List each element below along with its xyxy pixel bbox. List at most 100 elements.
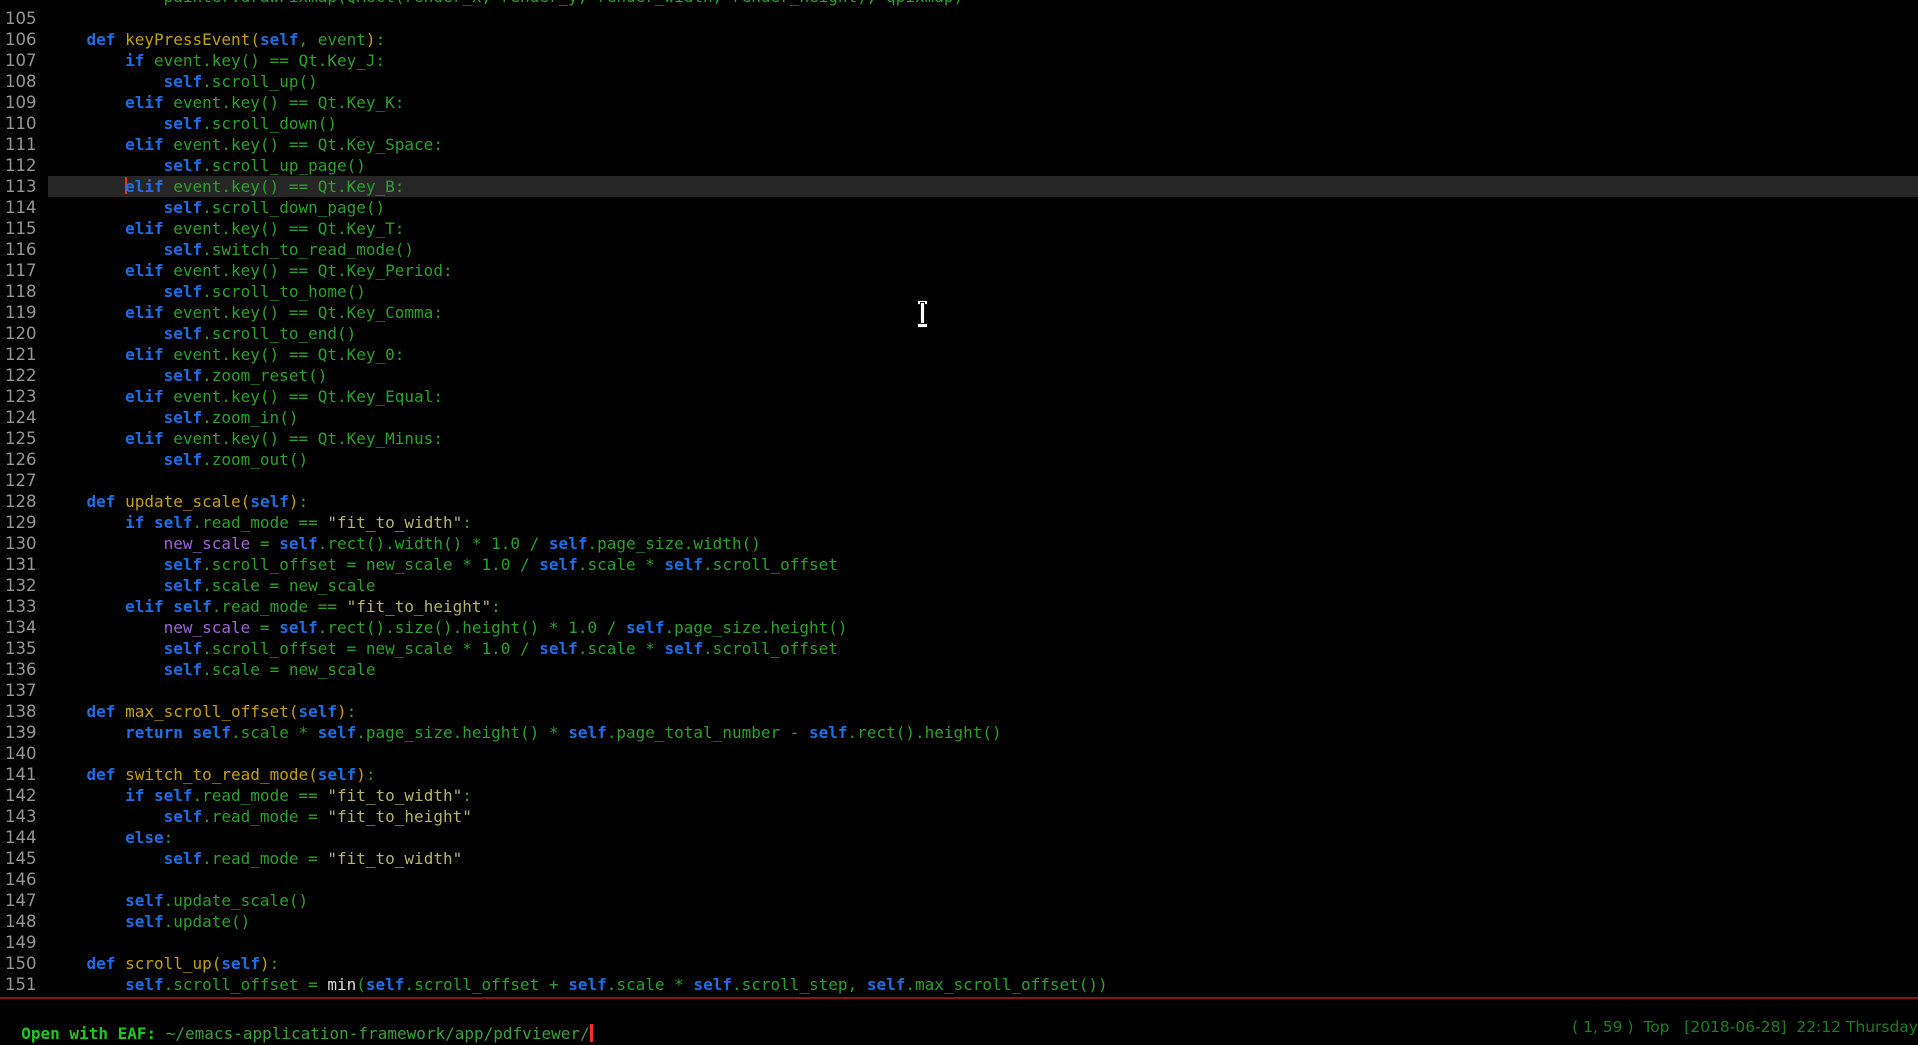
- code-line[interactable]: 137: [0, 680, 1918, 701]
- code-line[interactable]: 147 self.update_scale(): [0, 890, 1918, 911]
- code-text[interactable]: elif event.key() == Qt.Key_Comma:: [48, 302, 1918, 323]
- code-text[interactable]: self.scroll_to_home(): [48, 281, 1918, 302]
- code-text[interactable]: return self.scale * self.page_size.heigh…: [48, 722, 1918, 743]
- minibuffer-input[interactable]: ~/emacs-application-framework/app/pdfvie…: [166, 1024, 590, 1043]
- code-line[interactable]: 127: [0, 470, 1918, 491]
- code-text[interactable]: def keyPressEvent(self, event):: [48, 29, 1918, 50]
- code-text[interactable]: self.read_mode = "fit_to_width": [48, 848, 1918, 869]
- code-line[interactable]: 117 elif event.key() == Qt.Key_Period:: [0, 260, 1918, 281]
- code-line[interactable]: 118 self.scroll_to_home(): [0, 281, 1918, 302]
- code-buffer[interactable]: painter.drawPixmap(QRect(render_x, rende…: [0, 0, 1918, 995]
- code-line[interactable]: 139 return self.scale * self.page_size.h…: [0, 722, 1918, 743]
- code-text[interactable]: self.scale = new_scale: [48, 659, 1918, 680]
- code-line[interactable]: 141 def switch_to_read_mode(self):: [0, 764, 1918, 785]
- code-text[interactable]: elif event.key() == Qt.Key_Period:: [48, 260, 1918, 281]
- code-text[interactable]: [48, 470, 1918, 491]
- code-line[interactable]: 109 elif event.key() == Qt.Key_K:: [0, 92, 1918, 113]
- code-text[interactable]: [48, 932, 1918, 953]
- code-text[interactable]: def scroll_up(self):: [48, 953, 1918, 974]
- code-line[interactable]: 134 new_scale = self.rect().size().heigh…: [0, 617, 1918, 638]
- line-number: 141: [0, 764, 45, 785]
- code-line[interactable]: 123 elif event.key() == Qt.Key_Equal:: [0, 386, 1918, 407]
- code-line[interactable]: 112 self.scroll_up_page(): [0, 155, 1918, 176]
- code-text[interactable]: self.scroll_offset = min(self.scroll_off…: [48, 974, 1918, 995]
- code-line[interactable]: 126 self.zoom_out(): [0, 449, 1918, 470]
- line-number: 123: [0, 386, 45, 407]
- code-text[interactable]: self.scroll_offset = new_scale * 1.0 / s…: [48, 638, 1918, 659]
- code-line[interactable]: 149: [0, 932, 1918, 953]
- code-text[interactable]: self.read_mode = "fit_to_height": [48, 806, 1918, 827]
- code-text[interactable]: self.zoom_out(): [48, 449, 1918, 470]
- code-text[interactable]: [48, 743, 1918, 764]
- code-line[interactable]: 120 self.scroll_to_end(): [0, 323, 1918, 344]
- code-text[interactable]: self.scroll_down_page(): [48, 197, 1918, 218]
- code-text[interactable]: new_scale = self.rect().width() * 1.0 / …: [48, 533, 1918, 554]
- code-text[interactable]: def update_scale(self):: [48, 491, 1918, 512]
- code-line[interactable]: 151 self.scroll_offset = min(self.scroll…: [0, 974, 1918, 995]
- code-line[interactable]: 125 elif event.key() == Qt.Key_Minus:: [0, 428, 1918, 449]
- code-line[interactable]: 128 def update_scale(self):: [0, 491, 1918, 512]
- code-text[interactable]: self.scroll_offset = new_scale * 1.0 / s…: [48, 554, 1918, 575]
- code-line[interactable]: 106 def keyPressEvent(self, event):: [0, 29, 1918, 50]
- code-line[interactable]: 144 else:: [0, 827, 1918, 848]
- code-line[interactable]: 116 self.switch_to_read_mode(): [0, 239, 1918, 260]
- code-text[interactable]: self.scroll_up_page(): [48, 155, 1918, 176]
- code-line[interactable]: 145 self.read_mode = "fit_to_width": [0, 848, 1918, 869]
- code-text[interactable]: new_scale = self.rect().size().height() …: [48, 617, 1918, 638]
- code-line[interactable]: 133 elif self.read_mode == "fit_to_heigh…: [0, 596, 1918, 617]
- code-line[interactable]: 119 elif event.key() == Qt.Key_Comma:: [0, 302, 1918, 323]
- code-line[interactable]: 113 elif event.key() == Qt.Key_B:: [0, 176, 1918, 197]
- line-number: 108: [0, 71, 45, 92]
- code-line[interactable]: 122 self.zoom_reset(): [0, 365, 1918, 386]
- code-text[interactable]: if self.read_mode == "fit_to_width":: [48, 512, 1918, 533]
- code-line[interactable]: 136 self.scale = new_scale: [0, 659, 1918, 680]
- code-text[interactable]: elif event.key() == Qt.Key_T:: [48, 218, 1918, 239]
- code-text[interactable]: self.update(): [48, 911, 1918, 932]
- code-text[interactable]: self.scale = new_scale: [48, 575, 1918, 596]
- code-line[interactable]: 121 elif event.key() == Qt.Key_0:: [0, 344, 1918, 365]
- code-text[interactable]: elif event.key() == Qt.Key_Space:: [48, 134, 1918, 155]
- code-text[interactable]: self.zoom_in(): [48, 407, 1918, 428]
- code-text[interactable]: self.zoom_reset(): [48, 365, 1918, 386]
- code-line[interactable]: 129 if self.read_mode == "fit_to_width":: [0, 512, 1918, 533]
- code-line[interactable]: 146: [0, 869, 1918, 890]
- code-text[interactable]: self.scroll_up(): [48, 71, 1918, 92]
- code-text[interactable]: if self.read_mode == "fit_to_width":: [48, 785, 1918, 806]
- code-text[interactable]: [48, 680, 1918, 701]
- code-text[interactable]: self.scroll_down(): [48, 113, 1918, 134]
- code-text[interactable]: if event.key() == Qt.Key_J:: [48, 50, 1918, 71]
- code-text[interactable]: elif event.key() == Qt.Key_0:: [48, 344, 1918, 365]
- code-line[interactable]: 131 self.scroll_offset = new_scale * 1.0…: [0, 554, 1918, 575]
- code-line[interactable]: 107 if event.key() == Qt.Key_J:: [0, 50, 1918, 71]
- code-text[interactable]: self.scroll_to_end(): [48, 323, 1918, 344]
- code-line[interactable]: 143 self.read_mode = "fit_to_height": [0, 806, 1918, 827]
- minibuffer[interactable]: Open with EAF: ~/emacs-application-frame…: [2, 1001, 593, 1023]
- code-line[interactable]: 142 if self.read_mode == "fit_to_width":: [0, 785, 1918, 806]
- code-line[interactable]: 108 self.scroll_up(): [0, 71, 1918, 92]
- code-line[interactable]: 138 def max_scroll_offset(self):: [0, 701, 1918, 722]
- code-line[interactable]: 132 self.scale = new_scale: [0, 575, 1918, 596]
- code-text[interactable]: elif event.key() == Qt.Key_Equal:: [48, 386, 1918, 407]
- code-text[interactable]: def max_scroll_offset(self):: [48, 701, 1918, 722]
- code-text[interactable]: self.update_scale(): [48, 890, 1918, 911]
- code-line[interactable]: 124 self.zoom_in(): [0, 407, 1918, 428]
- code-text[interactable]: [48, 869, 1918, 890]
- code-line[interactable]: 130 new_scale = self.rect().width() * 1.…: [0, 533, 1918, 554]
- code-line[interactable]: 105: [0, 8, 1918, 29]
- code-text[interactable]: elif event.key() == Qt.Key_K:: [48, 92, 1918, 113]
- code-text[interactable]: elif self.read_mode == "fit_to_height":: [48, 596, 1918, 617]
- code-line[interactable]: 110 self.scroll_down(): [0, 113, 1918, 134]
- code-line[interactable]: 114 self.scroll_down_page(): [0, 197, 1918, 218]
- code-line[interactable]: 135 self.scroll_offset = new_scale * 1.0…: [0, 638, 1918, 659]
- code-text[interactable]: self.switch_to_read_mode(): [48, 239, 1918, 260]
- code-text[interactable]: elif event.key() == Qt.Key_B:: [48, 176, 1918, 197]
- code-line[interactable]: 140: [0, 743, 1918, 764]
- code-text[interactable]: [48, 8, 1918, 29]
- code-text[interactable]: elif event.key() == Qt.Key_Minus:: [48, 428, 1918, 449]
- code-line[interactable]: 111 elif event.key() == Qt.Key_Space:: [0, 134, 1918, 155]
- code-line[interactable]: 115 elif event.key() == Qt.Key_T:: [0, 218, 1918, 239]
- code-text[interactable]: def switch_to_read_mode(self):: [48, 764, 1918, 785]
- code-line[interactable]: 150 def scroll_up(self):: [0, 953, 1918, 974]
- code-line[interactable]: 148 self.update(): [0, 911, 1918, 932]
- code-text[interactable]: else:: [48, 827, 1918, 848]
